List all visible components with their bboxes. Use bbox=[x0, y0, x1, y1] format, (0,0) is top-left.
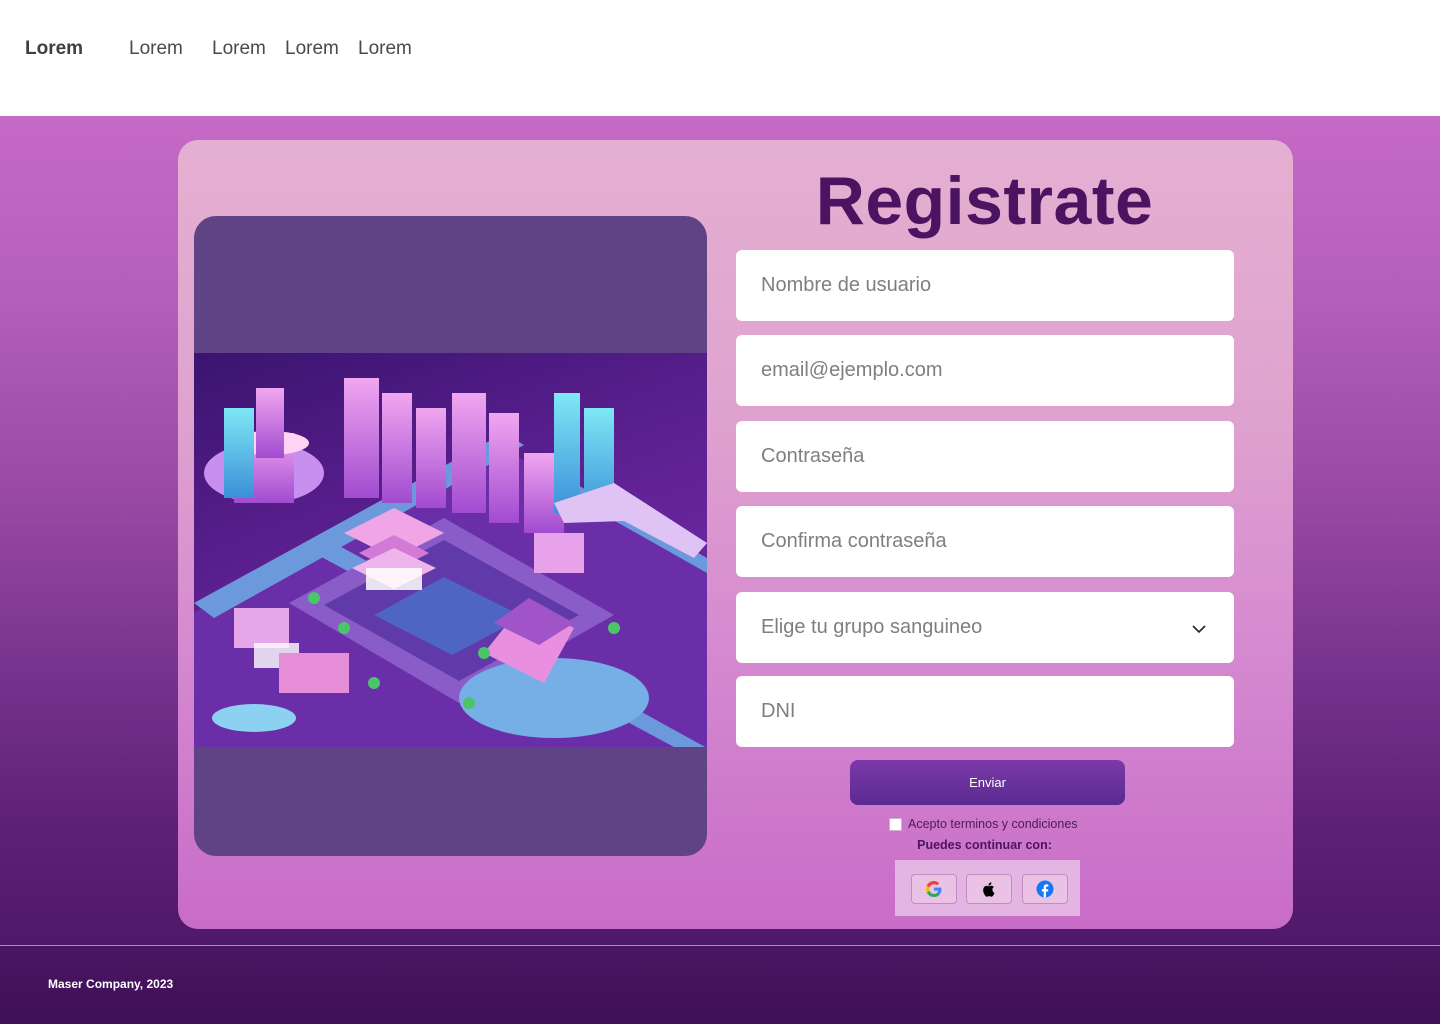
facebook-icon bbox=[1036, 880, 1054, 898]
submit-button[interactable]: Enviar bbox=[850, 760, 1125, 805]
username-field[interactable] bbox=[736, 250, 1234, 321]
terms-label: Acepto terminos y condiciones bbox=[908, 817, 1078, 831]
nav-link-1[interactable]: Lorem bbox=[129, 38, 183, 60]
google-icon bbox=[925, 881, 942, 898]
footer: Maser Company, 2023 bbox=[0, 946, 1440, 1024]
nav-link-3[interactable]: Lorem bbox=[285, 38, 339, 60]
apple-login-button[interactable] bbox=[966, 874, 1012, 904]
blood-group-select-value: Elige tu grupo sanguineo bbox=[761, 616, 983, 638]
nav-brand[interactable]: Lorem bbox=[25, 38, 83, 60]
terms-checkbox[interactable] bbox=[889, 817, 902, 831]
confirm-password-field[interactable] bbox=[736, 506, 1234, 577]
nav-link-4[interactable]: Lorem bbox=[358, 38, 412, 60]
facebook-login-button[interactable] bbox=[1022, 874, 1068, 904]
email-field[interactable] bbox=[736, 335, 1234, 406]
chevron-down-icon bbox=[1192, 625, 1206, 634]
footer-copyright: Maser Company, 2023 bbox=[48, 977, 174, 991]
apple-icon bbox=[983, 882, 995, 897]
continue-with-label: Puedes continuar con: bbox=[917, 838, 1052, 852]
main-section: Registrate Elige tu grupo sanguineo Envi… bbox=[0, 116, 1440, 945]
social-login-group bbox=[895, 860, 1080, 916]
register-card: Registrate Elige tu grupo sanguineo Envi… bbox=[178, 140, 1293, 929]
page-title: Registrate bbox=[815, 163, 1154, 239]
city-illustration bbox=[194, 353, 707, 747]
terms-row[interactable]: Acepto terminos y condiciones bbox=[889, 816, 1078, 832]
top-navbar: Lorem Lorem Lorem Lorem Lorem bbox=[0, 0, 1440, 116]
nav-link-2[interactable]: Lorem bbox=[212, 38, 266, 60]
blood-group-select[interactable]: Elige tu grupo sanguineo bbox=[736, 592, 1234, 663]
password-field[interactable] bbox=[736, 421, 1234, 492]
dni-field[interactable] bbox=[736, 676, 1234, 747]
illustration-panel bbox=[194, 216, 707, 856]
google-login-button[interactable] bbox=[911, 874, 957, 904]
